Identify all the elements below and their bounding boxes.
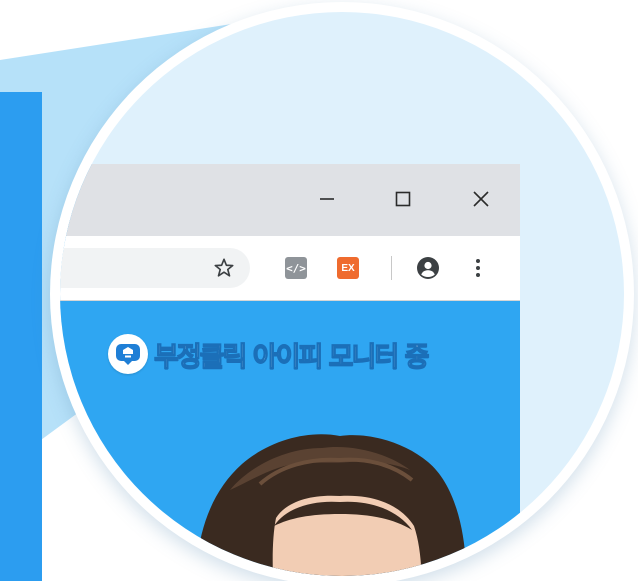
maximize-button[interactable]	[386, 182, 420, 216]
toolbar-divider	[391, 256, 392, 280]
browser-window: </> EX 부정클릭 아이피 모니터 중	[60, 164, 520, 576]
maximize-icon	[395, 191, 411, 207]
minimize-icon	[320, 198, 334, 200]
code-extension-button[interactable]: </>	[282, 254, 310, 282]
menu-button[interactable]	[464, 254, 492, 282]
background-browser-panel	[0, 92, 42, 581]
ex-extension-button[interactable]: EX	[334, 254, 362, 282]
bookmark-button[interactable]	[210, 254, 238, 282]
screenshot-stage: </> EX 부정클릭 아이피 모니터 중	[0, 0, 638, 581]
monitoring-badge: 부정클릭 아이피 모니터 중	[108, 332, 430, 376]
minimize-button[interactable]	[310, 182, 344, 216]
browser-titlebar	[60, 164, 520, 236]
account-circle-icon	[417, 257, 439, 279]
vertical-dots-icon	[476, 259, 480, 277]
browser-toolbar: </> EX	[60, 236, 520, 301]
ex-extension-icon: EX	[337, 257, 359, 279]
magnifier-circle: </> EX 부정클릭 아이피 모니터 중	[60, 12, 624, 576]
close-button[interactable]	[464, 182, 498, 216]
close-icon	[473, 191, 489, 207]
monitoring-status-text: 부정클릭 아이피 모니터 중	[153, 341, 430, 373]
code-extension-icon: </>	[285, 257, 307, 279]
monitor-logo-icon	[108, 334, 148, 374]
star-outline-icon	[214, 258, 234, 277]
person-photo	[196, 434, 467, 576]
profile-button[interactable]	[414, 254, 442, 282]
